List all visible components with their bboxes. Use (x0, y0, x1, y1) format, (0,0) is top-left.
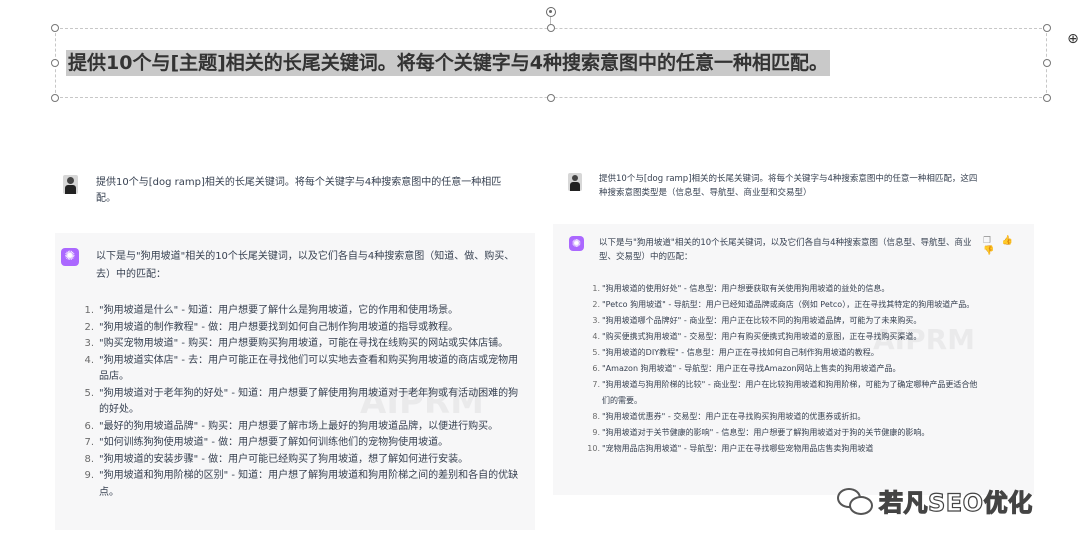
list-number: 2. (592, 300, 600, 309)
list-item: 7. "如何训练狗狗使用坡道" - 做：用户想要了解如何训练他们的宠物狗使用坡道。 (84, 435, 521, 452)
list-number: 8. (592, 412, 600, 421)
user-prompt: 提供10个与[dog ramp]相关的长尾关键词。将每个关键字与4种搜索意图中的… (599, 174, 978, 198)
chatgpt-logo-icon: ✺ (61, 248, 79, 266)
list-text: "狗用坡道和狗用阶梯的区别" - 知道：用户想了解狗用坡道和狗用阶梯之间的差别和… (99, 470, 519, 498)
assistant-message: AIPRM ✺ 以下是与"狗用坡道"相关的10个长尾关键词，以及它们各自与4种搜… (553, 224, 1034, 495)
response-intro: 以下是与"狗用坡道"相关的10个长尾关键词，以及它们各自与4种搜索意图（信息型、… (599, 238, 972, 262)
list-text: "狗用坡道哪个品牌好" - 商业型：用户正在比较不同的狗用坡道品牌，可能为了未来… (602, 316, 922, 325)
list-number: 5. (84, 387, 94, 399)
list-item: 4. "狗用坡道实体店" - 去：用户可能正在寻找他们可以实地去查看和购买狗用坡道… (84, 353, 521, 386)
user-avatar-icon (568, 173, 582, 191)
keyword-list: 1. "狗用坡道的使用好处" - 信息型：用户想要获取有关使用狗用坡道的益处的信息… (587, 281, 982, 457)
list-text: "最好的狗用坡道品牌" - 购买：用户想要了解市场上最好的狗用坡道品牌，以便进行… (99, 420, 499, 432)
list-text: "狗用坡道对于老年狗的好处" - 知道：用户想要了解使用狗用坡道对于老年狗或有活… (99, 387, 519, 416)
list-text: "宠物用品店狗用坡道" - 导航型：用户正在寻找哪些宠物用品店售卖狗用坡道 (602, 444, 874, 453)
assistant-message: AIPRM ✺ 以下是与"狗用坡道"相关的10个长尾关键词，以及它们各自与4种搜… (55, 233, 535, 530)
keyword-list: 1. "狗用坡道是什么" - 知道：用户想要了解什么是狗用坡道，它的作用和使用场景… (84, 303, 521, 501)
list-text: "狗用坡道的使用好处" - 信息型：用户想要获取有关使用狗用坡道的益处的信息。 (602, 284, 890, 293)
list-item: 1. "狗用坡道的使用好处" - 信息型：用户想要获取有关使用狗用坡道的益处的信息… (592, 281, 982, 297)
list-text: "狗用坡道的制作教程" - 做：用户想要找到如何自己制作狗用坡道的指导或教程。 (99, 321, 459, 333)
list-number: 9. (84, 470, 94, 481)
left-chat-screenshot: 提供10个与[dog ramp]相关的长尾关键词。将每个关键字与4种搜索意图中的… (55, 160, 535, 530)
list-text: "狗用坡道是什么" - 知道：用户想要了解什么是狗用坡道，它的作用和使用场景。 (99, 305, 459, 316)
list-text: "狗用坡道的DIY教程" - 信息型：用户正在寻找如何自己制作狗用坡道的教程。 (602, 348, 879, 357)
resize-handle-middle-right[interactable] (1043, 59, 1051, 67)
list-number: 6. (592, 364, 600, 373)
chatgpt-logo-icon: ✺ (569, 236, 584, 251)
list-item: 9. "狗用坡道和狗用阶梯的区别" - 知道：用户想了解狗用坡道和狗用阶梯之间的差… (84, 468, 521, 501)
list-text: "购买宠物用坡道" - 购买：用户想要购买狗用坡道，可能在寻找在线购买的网站或实… (99, 338, 509, 349)
wechat-icon (835, 484, 875, 516)
list-item: 1. "狗用坡道是什么" - 知道：用户想要了解什么是狗用坡道，它的作用和使用场景… (84, 303, 521, 320)
list-text: "狗用坡道的安装步骤" - 做：用户可能已经购买了狗用坡道，想了解如何进行安装。 (99, 453, 469, 465)
list-item: 3. "购买宠物用坡道" - 购买：用户想要购买狗用坡道，可能在寻找在线购买的网站… (84, 336, 521, 353)
list-item: 8. "狗用坡道优惠券" - 交易型：用户正在寻找购买狗用坡道的优惠券或折扣。 (592, 409, 982, 425)
rotate-handle[interactable] (546, 7, 556, 17)
list-number: 6. (84, 420, 94, 432)
message-actions-icon[interactable]: ❐ 👍 👎 (983, 236, 1034, 256)
list-number: 9. (592, 428, 600, 437)
list-number: 10. (587, 444, 600, 453)
list-item: 2. "狗用坡道的制作教程" - 做：用户想要找到如何自己制作狗用坡道的指导或教程… (84, 320, 521, 337)
list-item: 2. "Petco 狗用坡道" - 导航型：用户已经知道品牌或商店（例如 Petc… (592, 297, 982, 313)
list-text: "狗用坡道对于关节健康的影响" - 信息型：用户想要了解狗用坡道对于狗的关节健康… (602, 428, 930, 437)
list-text: "Amazon 狗用坡道" - 导航型：用户正在寻找Amazon网站上售卖的狗用… (602, 364, 901, 373)
resize-handle-middle-left[interactable] (51, 59, 59, 67)
account-name: 若凡SEO优化 (878, 488, 1033, 517)
list-number: 4. (84, 354, 94, 366)
resize-handle-bottom-center[interactable] (547, 94, 555, 102)
resize-handle-bottom-left[interactable] (51, 94, 59, 102)
list-number: 7. (84, 437, 94, 448)
list-text: "如何训练狗狗使用坡道" - 做：用户想要了解如何训练他们的宠物狗使用坡道。 (99, 437, 449, 448)
resize-handle-top-right[interactable] (1043, 24, 1051, 32)
list-number: 3. (84, 338, 94, 349)
list-item: 3. "狗用坡道哪个品牌好" - 商业型：用户正在比较不同的狗用坡道品牌，可能为了… (592, 313, 982, 329)
list-text: "狗用坡道优惠券" - 交易型：用户正在寻找购买狗用坡道的优惠券或折扣。 (602, 412, 866, 421)
resize-handle-top-center[interactable] (547, 24, 555, 32)
list-number: 7. (592, 380, 600, 389)
list-number: 8. (84, 453, 94, 465)
wechat-account-badge: 若凡SEO优化 (835, 480, 1045, 520)
user-avatar-icon (63, 175, 78, 194)
list-text: "购买便携式狗用坡道" - 交易型：用户有购买便携式狗用坡道的意图，正在寻找购买… (602, 332, 922, 341)
list-item: 8. "狗用坡道的安装步骤" - 做：用户可能已经购买了狗用坡道，想了解如何进行安… (84, 452, 521, 469)
list-item: 7. "狗用坡道与狗用阶梯的比较" - 商业型：用户在比较狗用坡道和狗用阶梯，可能… (592, 377, 982, 409)
list-item: 4. "购买便携式狗用坡道" - 交易型：用户有购买便携式狗用坡道的意图，正在寻找… (592, 329, 982, 345)
list-number: 2. (84, 321, 94, 333)
list-number: 4. (592, 332, 600, 341)
list-item: 5. "狗用坡道对于老年狗的好处" - 知道：用户想要了解使用狗用坡道对于老年狗或… (84, 386, 521, 419)
list-item: 6. "Amazon 狗用坡道" - 导航型：用户正在寻找Amazon网站上售卖的… (592, 361, 982, 377)
right-chat-screenshot: 提供10个与[dog ramp]相关的长尾关键词。将每个关键字与4种搜索意图中的… (553, 160, 1034, 495)
list-number: 5. (592, 348, 600, 357)
list-text: "狗用坡道实体店" - 去：用户可能正在寻找他们可以实地去查看和购买狗用坡道的商… (99, 354, 519, 383)
list-text: "狗用坡道与狗用阶梯的比较" - 商业型：用户在比较狗用坡道和狗用阶梯，可能为了… (602, 380, 978, 405)
list-number: 1. (84, 305, 94, 316)
list-number: 1. (592, 284, 600, 293)
slide-title[interactable]: 提供10个与[主题]相关的长尾关键词。将每个关键字与4种搜索意图中的任意一种相匹… (66, 50, 831, 76)
resize-handle-top-left[interactable] (51, 24, 59, 32)
list-text: "Petco 狗用坡道" - 导航型：用户已经知道品牌或商店（例如 Petco）… (602, 300, 975, 309)
user-message: 提供10个与[dog ramp]相关的长尾关键词。将每个关键字与4种搜索意图中的… (55, 160, 535, 230)
list-item: 9. "狗用坡道对于关节健康的影响" - 信息型：用户想要了解狗用坡道对于狗的关节… (592, 425, 982, 441)
resize-handle-bottom-right[interactable] (1043, 94, 1051, 102)
list-number: 3. (592, 316, 600, 325)
list-item: 6. "最好的狗用坡道品牌" - 购买：用户想要了解市场上最好的狗用坡道品牌，以便… (84, 419, 521, 436)
user-message: 提供10个与[dog ramp]相关的长尾关键词。将每个关键字与4种搜索意图中的… (553, 160, 1034, 222)
list-item: 5. "狗用坡道的DIY教程" - 信息型：用户正在寻找如何自己制作狗用坡道的教程… (592, 345, 982, 361)
add-icon[interactable]: ⊕ (1066, 32, 1080, 46)
response-intro: 以下是与"狗用坡道"相关的10个长尾关键词，以及它们各自与4种搜索意图（知道、做… (96, 251, 515, 280)
list-item: 10. "宠物用品店狗用坡道" - 导航型：用户正在寻找哪些宠物用品店售卖狗用坡道 (587, 441, 982, 457)
user-prompt: 提供10个与[dog ramp]相关的长尾关键词。将每个关键字与4种搜索意图中的… (96, 177, 502, 204)
